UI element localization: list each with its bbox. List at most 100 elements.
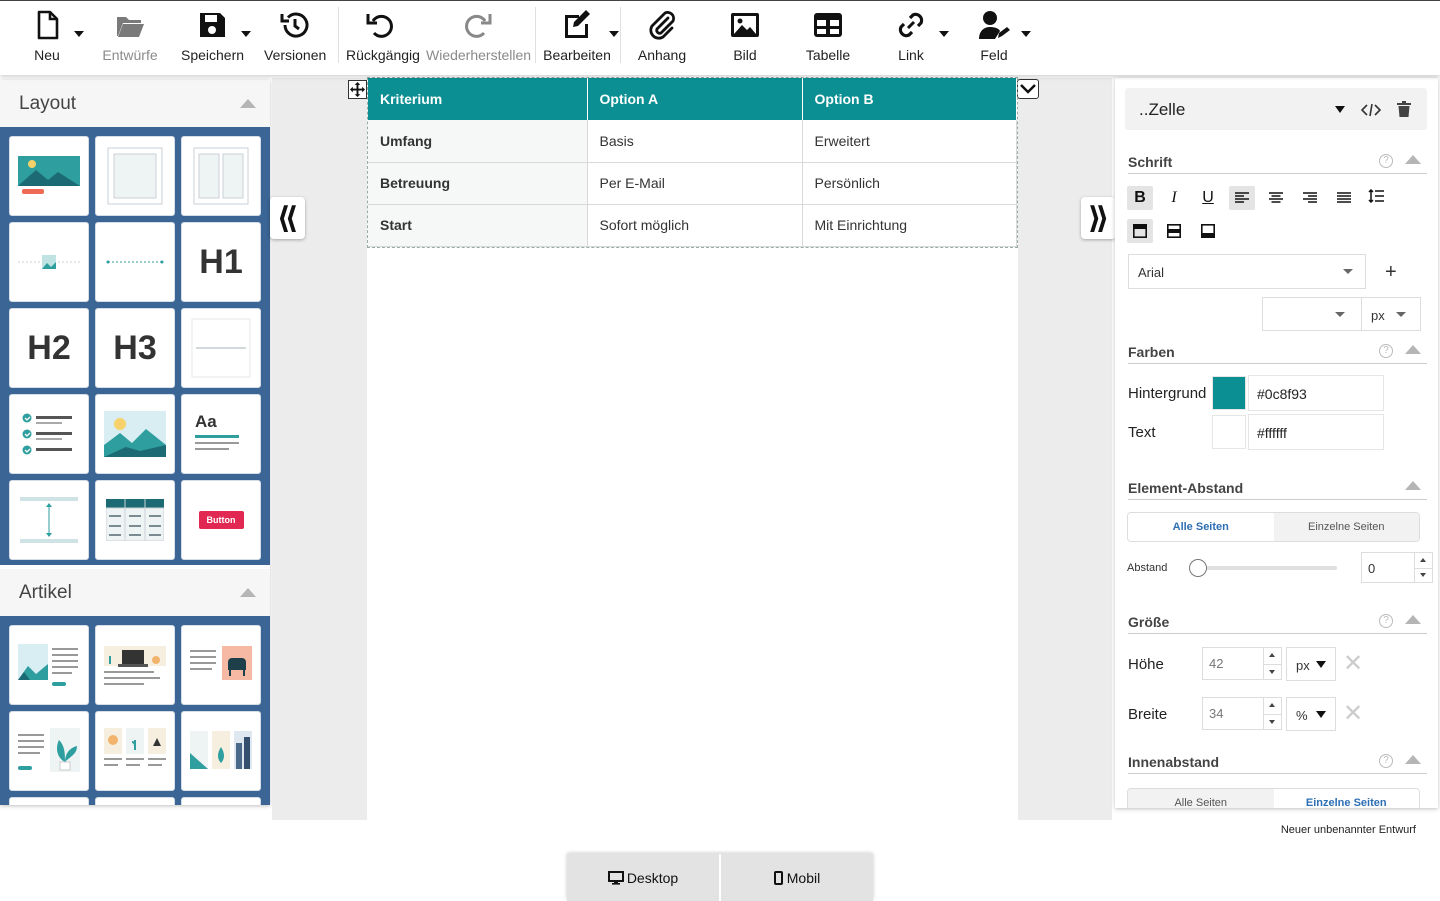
- table-cell[interactable]: Erweitert: [802, 120, 1017, 163]
- valign-middle-button[interactable]: [1161, 219, 1187, 243]
- code-icon[interactable]: [1361, 103, 1381, 117]
- help-icon[interactable]: ?: [1379, 344, 1393, 358]
- save-dropdown-caret[interactable]: [241, 31, 251, 37]
- collapse-up-icon[interactable]: [1405, 481, 1421, 490]
- spacing-input[interactable]: 0: [1361, 552, 1433, 583]
- image-button[interactable]: Bild: [725, 7, 765, 69]
- table-cell[interactable]: Betreuung: [368, 162, 588, 205]
- all-pages-tab[interactable]: Alle Seiten: [1128, 513, 1274, 541]
- table-cell[interactable]: Per E-Mail: [587, 162, 803, 205]
- article-tile[interactable]: [95, 797, 175, 805]
- versions-button[interactable]: Versionen: [264, 7, 326, 69]
- article-tile[interactable]: [9, 797, 89, 805]
- background-color-input[interactable]: #0c8f93: [1248, 375, 1384, 411]
- collapse-up-icon[interactable]: [1405, 615, 1421, 624]
- spacing-section-header[interactable]: Element-Abstand: [1128, 474, 1427, 500]
- undo-button[interactable]: Rückgängig: [346, 7, 420, 69]
- bold-button[interactable]: B: [1127, 186, 1153, 210]
- font-family-select[interactable]: Arial: [1128, 254, 1366, 289]
- element-selector[interactable]: ..Zelle: [1125, 88, 1427, 130]
- table-header-cell[interactable]: Kriterium: [368, 78, 588, 120]
- help-icon[interactable]: ?: [1379, 154, 1393, 168]
- layout-tile[interactable]: [9, 136, 89, 216]
- valign-bottom-button[interactable]: [1195, 219, 1221, 243]
- save-button[interactable]: Speichern: [181, 7, 251, 69]
- layout-tile[interactable]: Button: [181, 480, 261, 560]
- valign-top-button[interactable]: [1127, 219, 1153, 243]
- layout-tile[interactable]: [9, 222, 89, 302]
- collapse-left-panel-button[interactable]: ⟪: [270, 197, 305, 239]
- padding-single-pages-tab[interactable]: Einzelne Seiten: [1273, 789, 1419, 808]
- layout-section-header[interactable]: Layout: [0, 80, 270, 127]
- font-size-select[interactable]: [1262, 297, 1362, 331]
- spacing-stepper[interactable]: [1414, 553, 1432, 582]
- layout-tile[interactable]: H2: [9, 308, 89, 388]
- table-cell[interactable]: Persönlich: [802, 162, 1017, 205]
- help-icon[interactable]: ?: [1379, 614, 1393, 628]
- collapse-up-icon[interactable]: [1405, 155, 1421, 164]
- align-center-button[interactable]: [1263, 186, 1289, 210]
- clear-width-button[interactable]: ✕: [1343, 699, 1363, 728]
- article-tile[interactable]: [181, 797, 261, 805]
- drafts-button[interactable]: Entwürfe: [100, 7, 160, 69]
- comparison-table[interactable]: Kriterium Option A Option B Umfang Basis…: [367, 77, 1018, 248]
- add-font-button[interactable]: +: [1385, 261, 1397, 284]
- new-dropdown-caret[interactable]: [74, 31, 84, 37]
- width-input[interactable]: 34: [1202, 697, 1282, 730]
- text-color-swatch[interactable]: [1212, 415, 1246, 449]
- table-header-cell[interactable]: Option A: [587, 78, 803, 120]
- help-icon[interactable]: ?: [1379, 754, 1393, 768]
- single-pages-tab[interactable]: Einzelne Seiten: [1273, 513, 1419, 541]
- spacing-slider-handle[interactable]: [1189, 559, 1207, 577]
- layout-tile[interactable]: [95, 222, 175, 302]
- size-section-header[interactable]: Größe ?: [1128, 608, 1427, 634]
- collapse-up-icon[interactable]: [240, 99, 256, 108]
- mobile-tab[interactable]: Mobil: [719, 854, 873, 901]
- align-right-button[interactable]: [1297, 186, 1323, 210]
- table-header-cell[interactable]: Option B: [802, 78, 1017, 120]
- table-cell[interactable]: Umfang: [368, 120, 588, 163]
- padding-all-pages-tab[interactable]: Alle Seiten: [1128, 789, 1274, 808]
- align-justify-button[interactable]: [1331, 186, 1357, 210]
- layout-tile[interactable]: Aa: [181, 394, 261, 474]
- layout-tile[interactable]: [9, 480, 89, 560]
- height-stepper[interactable]: [1263, 648, 1281, 679]
- layout-tile[interactable]: [9, 394, 89, 474]
- background-color-swatch[interactable]: [1212, 376, 1246, 410]
- desktop-tab[interactable]: Desktop: [567, 854, 719, 901]
- width-stepper[interactable]: [1263, 698, 1281, 729]
- link-dropdown-caret[interactable]: [939, 31, 949, 37]
- font-unit-select[interactable]: px: [1361, 297, 1421, 331]
- layout-tile[interactable]: [181, 308, 261, 388]
- article-tile[interactable]: [181, 625, 261, 705]
- align-left-button[interactable]: [1229, 186, 1255, 210]
- height-unit-select[interactable]: px: [1286, 647, 1336, 681]
- spacing-slider-track[interactable]: [1195, 566, 1337, 570]
- articles-section-header[interactable]: Artikel: [0, 569, 270, 616]
- collapse-right-panel-button[interactable]: ⟫: [1081, 197, 1116, 239]
- padding-section-header[interactable]: Innenabstand ?: [1128, 748, 1427, 774]
- italic-button[interactable]: I: [1161, 186, 1187, 210]
- underline-button[interactable]: U: [1195, 186, 1221, 210]
- collapse-up-icon[interactable]: [240, 588, 256, 597]
- attachment-button[interactable]: Anhang: [637, 7, 687, 69]
- chevron-down-icon[interactable]: [1335, 106, 1345, 113]
- colors-section-header[interactable]: Farben ?: [1128, 338, 1427, 364]
- layout-tile[interactable]: [95, 136, 175, 216]
- clear-height-button[interactable]: ✕: [1343, 649, 1363, 678]
- redo-button[interactable]: Wiederherstellen: [426, 7, 531, 69]
- article-tile[interactable]: [95, 625, 175, 705]
- layout-tile[interactable]: [181, 136, 261, 216]
- width-unit-select[interactable]: %: [1286, 697, 1336, 731]
- field-button[interactable]: Feld: [975, 7, 1031, 69]
- table-cell[interactable]: Start: [368, 204, 588, 247]
- block-options-toggle[interactable]: [1017, 79, 1039, 99]
- article-tile[interactable]: [181, 711, 261, 791]
- table-cell[interactable]: Sofort möglich: [587, 204, 803, 247]
- collapse-up-icon[interactable]: [1405, 345, 1421, 354]
- line-height-button[interactable]: [1363, 184, 1389, 208]
- text-color-input[interactable]: #ffffff: [1248, 414, 1384, 450]
- layout-tile[interactable]: H3: [95, 308, 175, 388]
- field-dropdown-caret[interactable]: [1021, 31, 1031, 37]
- link-button[interactable]: Link: [893, 7, 949, 69]
